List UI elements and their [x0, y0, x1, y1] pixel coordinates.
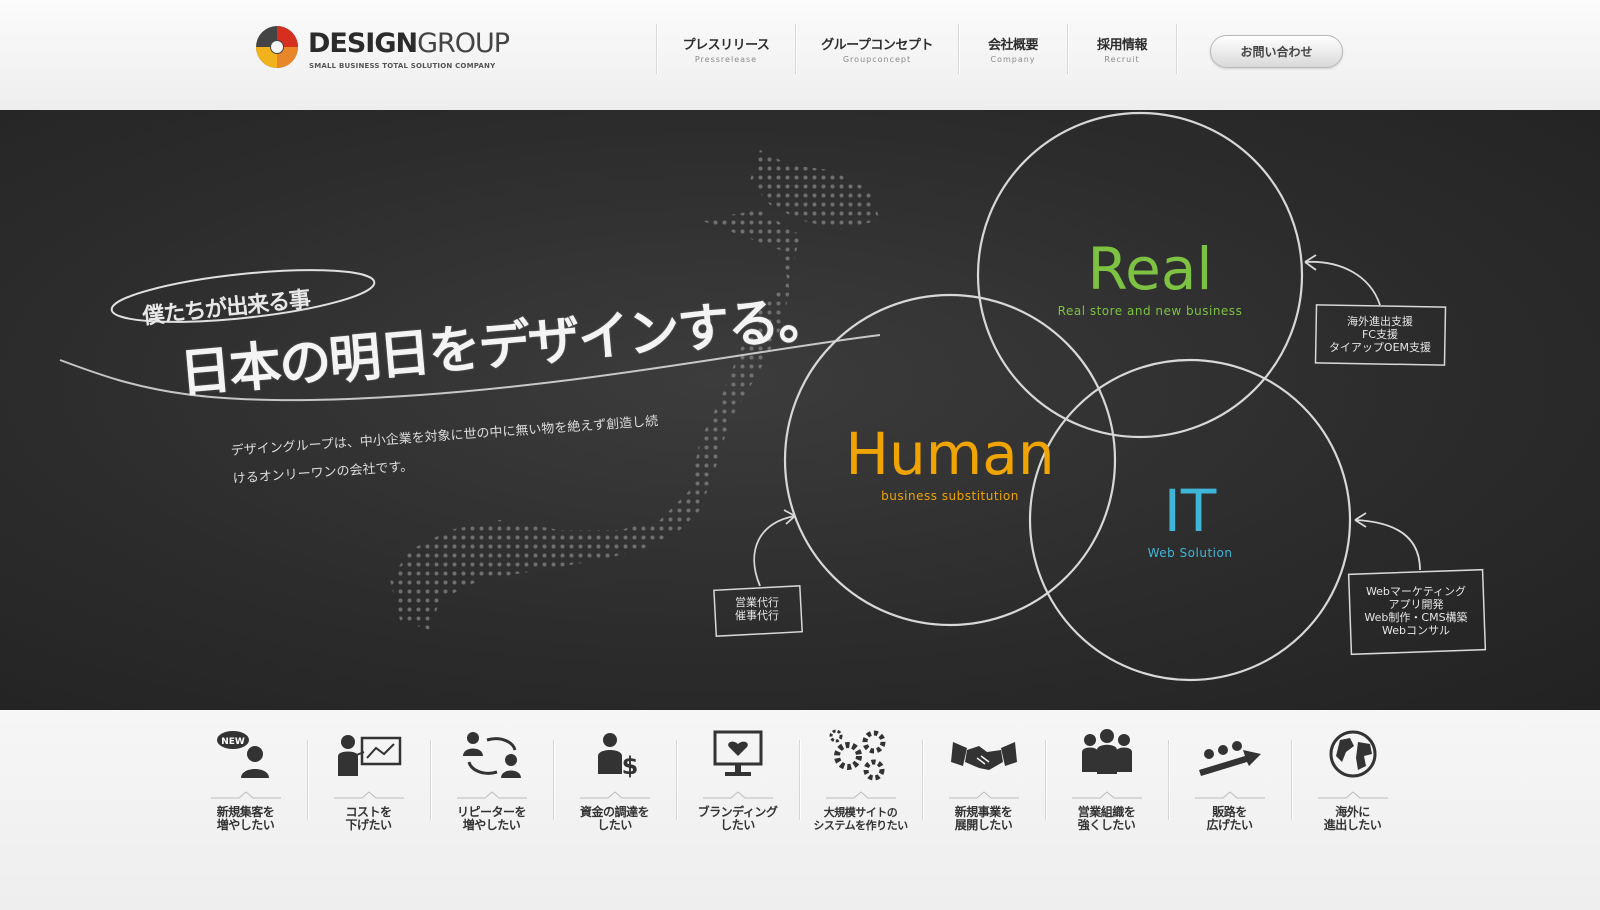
divider-line	[825, 791, 896, 799]
japan-dot-map	[390, 150, 880, 630]
service-item-new-customers[interactable]: NEW 新規集客を 増やしたい	[184, 722, 307, 852]
divider-line	[579, 791, 650, 799]
presentation-icon	[337, 735, 401, 776]
service-item-cost[interactable]: コストを 下げたい	[307, 722, 430, 852]
real-note: 海外進出支援 FC支援 タイアップOEM支援	[1316, 315, 1444, 354]
service-item-sales-team[interactable]: 営業組織を 強くしたい	[1045, 722, 1168, 852]
site-logo[interactable]: DESIGNGROUP SMALL BUSINESS TOTAL SOLUTIO…	[254, 24, 510, 74]
divider-line	[210, 791, 281, 799]
real-title: Real	[1087, 235, 1213, 303]
monitor-heart-icon	[713, 730, 762, 776]
nav-sublabel: Pressrelease	[694, 55, 758, 64]
nav-sublabel: Recruit	[1104, 55, 1140, 64]
nav-label: プレスリリース	[682, 38, 770, 53]
human-title: Human	[845, 420, 1055, 488]
it-title: IT	[1163, 477, 1217, 545]
logo-tagline: SMALL BUSINESS TOTAL SOLUTION COMPANY	[309, 62, 496, 70]
nav-label: 会社概要	[987, 38, 1039, 53]
it-note: Webマーケティング アプリ開発 Web制作・CMS構築 Webコンサル	[1352, 585, 1480, 637]
divider-line	[702, 791, 773, 799]
divider-line	[333, 791, 404, 799]
note-line: Webマーケティング	[1365, 585, 1467, 598]
service-item-repeaters[interactable]: リピーターを 増やしたい	[430, 722, 553, 852]
it-circle-title[interactable]: IT Web Solution	[1090, 482, 1290, 560]
note-line: FC支援	[1361, 328, 1398, 341]
nav-item-recruit[interactable]: 採用情報 Recruit	[1068, 24, 1176, 74]
service-item-funding[interactable]: $ 資金の調達を したい	[553, 722, 676, 852]
gears-icon	[829, 729, 885, 781]
site-header: DESIGNGROUP SMALL BUSINESS TOTAL SOLUTIO…	[0, 0, 1600, 110]
divider-line	[1317, 791, 1388, 799]
team-icon	[1081, 729, 1132, 774]
main-nav: プレスリリース Pressrelease グループコンセプト Groupconc…	[656, 24, 1177, 74]
note-line: Web制作・CMS構築	[1364, 611, 1468, 624]
note-line: 海外進出支援	[1347, 315, 1413, 328]
it-subtitle: Web Solution	[1147, 546, 1233, 560]
service-label: 資金の調達を したい	[579, 805, 650, 832]
service-label: コストを 下げたい	[345, 805, 392, 832]
real-circle-title[interactable]: Real Real store and new business	[1040, 240, 1260, 318]
funding-icon: $	[597, 733, 638, 780]
logo-wordmark: DESIGNGROUP	[308, 28, 510, 59]
divider-line	[456, 791, 527, 799]
note-line: 営業代行	[735, 596, 779, 609]
service-label: リピーターを 増やしたい	[456, 805, 527, 832]
growth-icon	[1198, 741, 1261, 776]
globe-icon	[1329, 730, 1376, 778]
service-label: 販路を 広げたい	[1206, 805, 1253, 832]
service-item-channels[interactable]: 販路を 広げたい	[1168, 722, 1291, 852]
nav-sublabel: Groupconcept	[842, 55, 912, 64]
nav-item-pressrelease[interactable]: プレスリリース Pressrelease	[657, 24, 795, 74]
human-note: 営業代行 催事代行	[717, 596, 797, 622]
nav-divider	[1176, 24, 1177, 74]
svg-text:$: $	[621, 752, 638, 780]
hero-banner: 僕たちが出来る事 日本の明日をデザインする。 デザイングループは、中小企業を対象…	[0, 110, 1600, 710]
service-label: ブランディング したい	[697, 805, 778, 832]
nav-sublabel: Company	[990, 55, 1036, 64]
nav-item-groupconcept[interactable]: グループコンセプト Groupconcept	[796, 24, 958, 74]
new-customer-icon: NEW	[216, 731, 269, 778]
service-label: 大規模サイトの システムを作りたい	[813, 806, 908, 832]
service-label: 新規集客を 増やしたい	[216, 805, 275, 832]
service-item-large-system[interactable]: 大規模サイトの システムを作りたい	[799, 722, 922, 852]
nav-label: 採用情報	[1096, 38, 1148, 53]
note-line: Webコンサル	[1382, 624, 1450, 637]
service-item-new-business[interactable]: 新規事業を 展開したい	[922, 722, 1045, 852]
repeat-users-icon	[462, 732, 521, 778]
handshake-icon	[950, 742, 1017, 770]
logo-mark-icon	[256, 26, 298, 68]
divider-line	[1071, 791, 1142, 799]
service-label: 海外に 進出したい	[1323, 805, 1382, 832]
note-line: 催事代行	[735, 609, 779, 622]
note-line: アプリ開発	[1388, 598, 1444, 611]
divider-line	[1194, 791, 1265, 799]
svg-text:NEW: NEW	[221, 737, 245, 747]
service-label: 新規事業を 展開したい	[954, 805, 1013, 832]
service-label: 営業組織を 強くしたい	[1077, 805, 1136, 832]
nav-label: グループコンセプト	[821, 38, 933, 53]
human-circle-title[interactable]: Human business substitution	[840, 425, 1060, 503]
service-item-branding[interactable]: ブランディング したい	[676, 722, 799, 852]
real-subtitle: Real store and new business	[1057, 304, 1243, 318]
nav-item-company[interactable]: 会社概要 Company	[959, 24, 1067, 74]
note-line: タイアップOEM支援	[1328, 341, 1432, 354]
service-item-overseas[interactable]: 海外に 進出したい	[1291, 722, 1414, 852]
human-subtitle: business substitution	[881, 489, 1019, 503]
divider-line	[948, 791, 1019, 799]
contact-button[interactable]: お問い合わせ	[1210, 35, 1343, 68]
service-menu: NEW 新規集客を 増やしたい コストを 下げたい リピーターを 増やしたい $…	[0, 710, 1600, 910]
